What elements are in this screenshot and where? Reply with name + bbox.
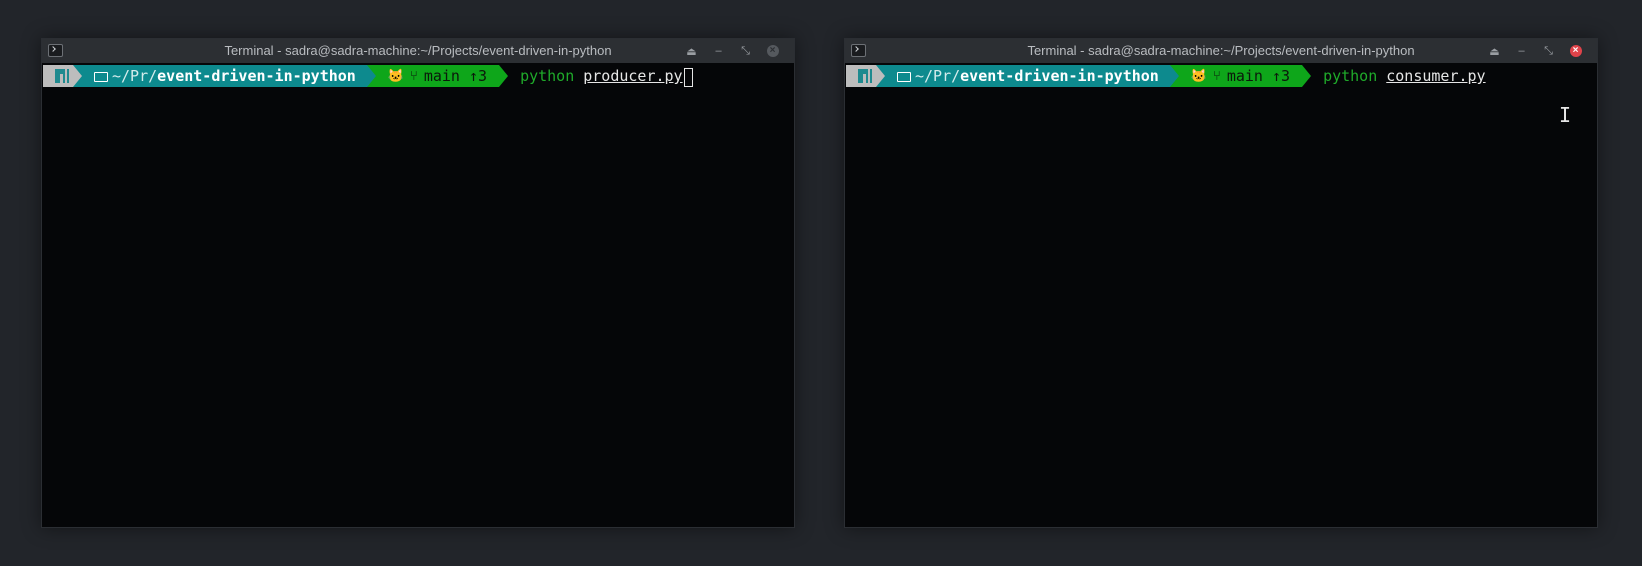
window-titlebar[interactable]: Terminal - sadra@sadra-machine:~/Project… [845, 39, 1597, 63]
prompt-os-segment [846, 65, 876, 87]
close-icon[interactable]: × [1562, 42, 1589, 60]
maximize-icon[interactable]: ⤡ [732, 42, 759, 60]
segment-separator [1302, 65, 1312, 87]
shell-prompt: ~/Pr/ event-driven-in-python 🐱 ⑂ main ↑3… [43, 65, 693, 87]
directory-name: event-driven-in-python [960, 67, 1159, 85]
maximize-icon[interactable]: ⤡ [1535, 42, 1562, 60]
segment-separator [499, 65, 509, 87]
git-ahead-count: ↑3 [469, 67, 488, 85]
terminal-window-producer[interactable]: Terminal - sadra@sadra-machine:~/Project… [41, 38, 795, 528]
window-titlebar[interactable]: Terminal - sadra@sadra-machine:~/Project… [42, 39, 794, 63]
segment-separator [1169, 65, 1179, 87]
shell-prompt: ~/Pr/ event-driven-in-python 🐱 ⑂ main ↑3… [846, 65, 1486, 87]
directory-prefix: ~/Pr/ [915, 67, 961, 85]
prompt-git-segment: 🐱 ⑂ main ↑3 [375, 65, 500, 87]
command-text: python [1323, 67, 1378, 85]
text-cursor [683, 67, 693, 87]
command-argument: consumer.py [1386, 67, 1486, 85]
minimize-icon[interactable]: – [1508, 42, 1535, 60]
git-branch-name: main [423, 67, 460, 85]
git-branch-name: main [1226, 67, 1263, 85]
segment-separator [73, 65, 82, 87]
command-argument: producer.py [583, 67, 683, 85]
terminal-window-consumer[interactable]: Terminal - sadra@sadra-machine:~/Project… [844, 38, 1598, 528]
shade-icon[interactable]: ⏏ [1481, 42, 1508, 60]
github-cat-icon: 🐱 [1190, 68, 1208, 84]
github-cat-icon: 🐱 [387, 68, 405, 84]
directory-prefix: ~/Pr/ [112, 67, 158, 85]
minimize-icon[interactable]: – [705, 42, 732, 60]
git-branch-icon: ⑂ [1213, 68, 1221, 84]
git-branch-icon: ⑂ [410, 68, 418, 84]
manjaro-logo-icon [858, 69, 872, 83]
folder-open-icon [94, 72, 108, 82]
prompt-directory-segment: ~/Pr/ event-driven-in-python [82, 65, 367, 87]
manjaro-logo-icon [55, 69, 69, 83]
prompt-directory-segment: ~/Pr/ event-driven-in-python [885, 65, 1170, 87]
command-text: python [520, 67, 575, 85]
segment-separator [876, 65, 885, 87]
prompt-os-segment [43, 65, 73, 87]
close-icon[interactable]: × [759, 42, 786, 60]
git-ahead-count: ↑3 [1272, 67, 1291, 85]
ibeam-cursor-icon: I [1559, 103, 1572, 127]
window-controls: ⏏ – ⤡ × [1481, 42, 1589, 60]
window-controls: ⏏ – ⤡ × [678, 42, 786, 60]
shade-icon[interactable]: ⏏ [678, 42, 705, 60]
segment-separator [366, 65, 376, 87]
directory-name: event-driven-in-python [157, 67, 356, 85]
prompt-git-segment: 🐱 ⑂ main ↑3 [1178, 65, 1303, 87]
folder-open-icon [897, 72, 911, 82]
